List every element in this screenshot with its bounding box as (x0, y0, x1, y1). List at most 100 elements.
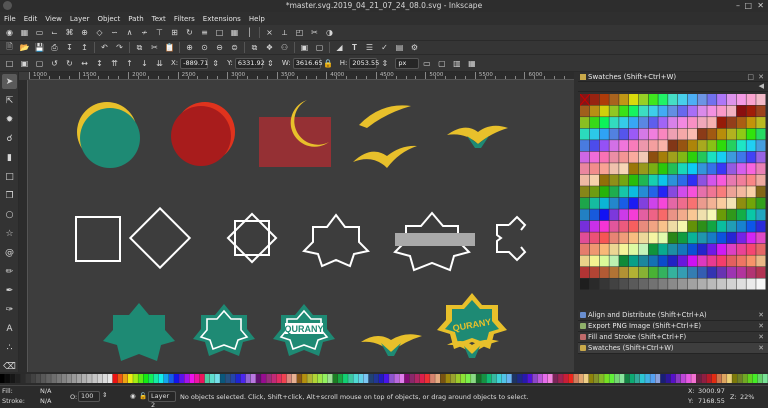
swatch[interactable] (707, 105, 717, 117)
swatch[interactable] (746, 266, 756, 278)
palette-swatch[interactable] (179, 374, 185, 383)
swatch[interactable] (717, 163, 727, 175)
palette-swatch[interactable] (619, 374, 625, 383)
box3d-tool-icon[interactable]: ❐ (2, 188, 17, 203)
swatch[interactable] (687, 105, 697, 117)
palette-swatch[interactable] (706, 374, 712, 383)
scale-stroke-icon[interactable]: ▭ (421, 57, 433, 69)
palette-swatch[interactable] (691, 374, 697, 383)
menu-edit[interactable]: Edit (20, 15, 42, 23)
palette-swatch[interactable] (424, 374, 430, 383)
swatch[interactable] (609, 105, 619, 117)
stroke-value[interactable]: N/A (40, 397, 52, 405)
swatch[interactable] (648, 232, 658, 244)
palette-swatch[interactable] (675, 374, 681, 383)
swatch[interactable] (580, 232, 590, 244)
zoom-tool-icon[interactable]: ☌ (2, 131, 17, 146)
swatch[interactable] (677, 232, 688, 244)
y-field[interactable]: 6331.92 (234, 57, 265, 69)
swatch[interactable] (756, 266, 766, 278)
deselect-icon[interactable]: ▢ (34, 57, 46, 69)
palette-swatch[interactable] (721, 374, 727, 383)
swatch[interactable] (599, 220, 609, 232)
teal-star[interactable] (103, 303, 175, 361)
opacity-stepper-icon[interactable]: ⇕ (102, 391, 107, 399)
swatch[interactable] (589, 255, 600, 267)
palette-swatch[interactable] (291, 374, 297, 383)
swatch[interactable] (599, 140, 609, 152)
swatch[interactable] (638, 232, 649, 244)
swatch[interactable] (658, 220, 668, 232)
clone-icon[interactable]: ❖ (264, 42, 276, 54)
swatch[interactable] (628, 266, 639, 278)
swatch[interactable] (609, 266, 619, 278)
gold-teal-bird[interactable] (447, 125, 508, 148)
palette-swatch[interactable] (5, 374, 10, 383)
palette-swatch[interactable] (245, 374, 251, 383)
swatch[interactable] (726, 186, 737, 198)
w-field[interactable]: 3616.65 (292, 57, 323, 69)
swatch[interactable] (609, 174, 619, 186)
swatch[interactable] (638, 255, 649, 267)
swatch[interactable] (668, 128, 678, 140)
pencil-tool-icon[interactable]: ✏ (2, 264, 17, 279)
swatch[interactable] (668, 140, 678, 152)
swatch[interactable] (717, 209, 727, 221)
palette-swatch[interactable] (66, 374, 72, 383)
swatch[interactable] (668, 278, 678, 290)
swatch[interactable] (707, 163, 717, 175)
palette-swatch[interactable] (542, 374, 548, 383)
swatch[interactable] (756, 197, 766, 209)
swatch[interactable] (589, 232, 600, 244)
palette-swatch[interactable] (471, 374, 476, 383)
swatch[interactable] (756, 232, 766, 244)
swatch[interactable] (707, 197, 717, 209)
palette-swatch[interactable] (46, 374, 51, 383)
swatch[interactable] (736, 128, 746, 140)
swatch[interactable] (668, 186, 678, 198)
swatch[interactable] (638, 266, 649, 278)
swatch[interactable] (668, 197, 678, 209)
swatch[interactable] (687, 140, 697, 152)
swatch[interactable] (746, 128, 756, 140)
swatch[interactable] (707, 151, 717, 163)
selector-tool-icon[interactable]: ➤ (2, 74, 17, 89)
swatch[interactable] (589, 197, 600, 209)
swatch[interactable] (619, 186, 629, 198)
swatch[interactable] (668, 266, 678, 278)
swatch[interactable] (589, 266, 600, 278)
palette-swatch[interactable] (645, 374, 650, 383)
swatch[interactable] (707, 232, 717, 244)
swatch[interactable] (746, 163, 756, 175)
snap-guide-icon[interactable]: │ (244, 27, 256, 39)
swatch[interactable] (746, 174, 756, 186)
swatch[interactable] (589, 243, 600, 255)
layer-visibility-icon[interactable]: ◉ (130, 392, 136, 400)
swatch[interactable] (599, 255, 609, 267)
swatch[interactable] (599, 209, 609, 221)
snap-tangent-icon[interactable]: ◰ (294, 27, 306, 39)
palette-swatch[interactable] (609, 374, 615, 383)
menu-object[interactable]: Object (93, 15, 124, 23)
swatch[interactable] (668, 255, 678, 267)
print-icon[interactable]: ⎙ (49, 42, 61, 54)
swatch[interactable] (648, 128, 658, 140)
swatch[interactable] (668, 94, 678, 106)
palette-swatch[interactable] (583, 374, 589, 383)
palette-swatch[interactable] (296, 374, 302, 383)
group-icon[interactable]: ▣ (299, 42, 311, 54)
swatch[interactable] (736, 94, 746, 106)
swatch[interactable] (619, 278, 629, 290)
swatch[interactable] (599, 186, 609, 198)
palette-swatch[interactable] (440, 374, 446, 383)
snap-mask-icon[interactable]: ◑ (324, 27, 336, 39)
swatch[interactable] (599, 278, 609, 290)
menu-view[interactable]: View (41, 15, 66, 23)
swatch[interactable] (638, 163, 649, 175)
swatch[interactable] (707, 186, 717, 198)
raise-icon[interactable]: ↑ (124, 57, 136, 69)
raise-top-icon[interactable]: ⇈ (109, 57, 121, 69)
palette-swatch[interactable] (25, 374, 31, 383)
palette-swatch[interactable] (670, 374, 676, 383)
swatch[interactable] (638, 209, 649, 221)
